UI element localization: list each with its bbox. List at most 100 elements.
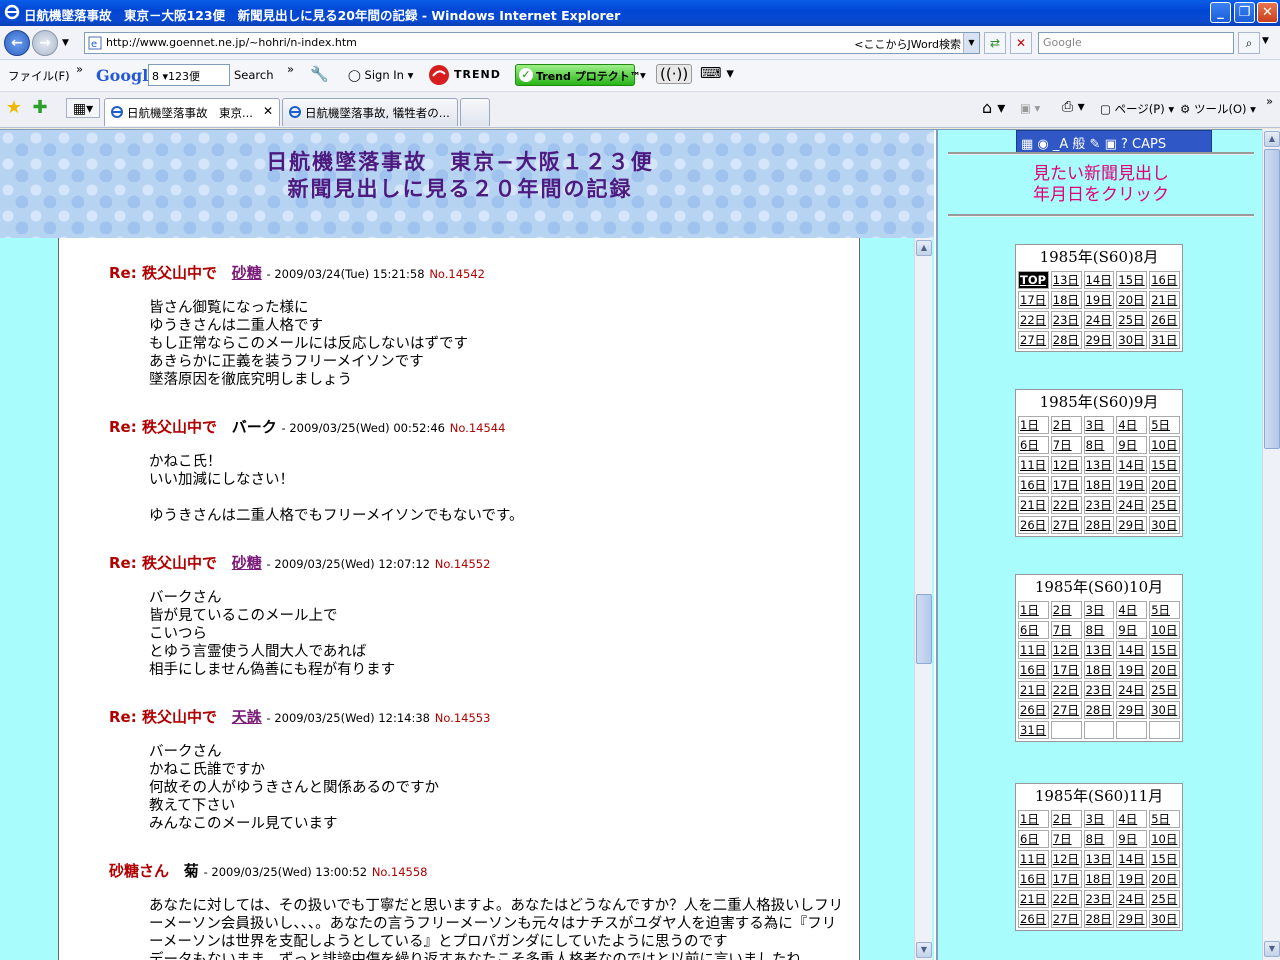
recent-pages-dropdown[interactable]: ▼ xyxy=(62,38,69,48)
calendar-day-link[interactable]: 30日 xyxy=(1149,910,1180,928)
tab-active[interactable]: 日航機墜落事故 東京... ✕ xyxy=(104,98,280,126)
home-icon[interactable]: ⌂ ▾ xyxy=(982,98,1005,117)
calendar-day-link[interactable]: 5日 xyxy=(1149,810,1180,828)
new-tab-button[interactable] xyxy=(460,98,490,126)
calendar-day-link[interactable]: 20日 xyxy=(1116,291,1148,309)
calendar-day-link[interactable]: 13日 xyxy=(1083,850,1115,868)
calendar-day-link[interactable]: 27日 xyxy=(1050,910,1082,928)
calendar-day-link[interactable]: 3日 xyxy=(1083,601,1115,619)
calendar-day-link[interactable]: 19日 xyxy=(1116,661,1148,679)
calendar-day-link[interactable]: 20日 xyxy=(1149,870,1180,888)
command-more-chevron[interactable]: » xyxy=(1266,94,1273,108)
calendar-day-link[interactable]: 25日 xyxy=(1149,890,1180,908)
post-author-link[interactable]: 天誅 xyxy=(232,708,262,726)
calendar-day-link[interactable]: 11日 xyxy=(1018,641,1049,659)
calendar-day-link[interactable]: 15日 xyxy=(1149,641,1180,659)
calendar-day-link[interactable]: 30日 xyxy=(1149,701,1180,719)
calendar-day-link[interactable]: 1日 xyxy=(1018,601,1049,619)
calendar-day-link[interactable]: 18日 xyxy=(1083,870,1115,888)
url-text[interactable]: http://www.goennet.ne.jp/~hohri/n-index.… xyxy=(106,36,357,49)
calendar-day-link[interactable]: 12日 xyxy=(1050,850,1082,868)
calendar-day-link[interactable]: 19日 xyxy=(1116,476,1148,494)
calendar-day-link[interactable]: 17日 xyxy=(1050,476,1082,494)
calendar-day-link[interactable]: 23日 xyxy=(1083,496,1115,514)
calendar-day-link[interactable]: 16日 xyxy=(1018,661,1049,679)
calendar-day-link[interactable]: 4日 xyxy=(1116,810,1148,828)
minimize-button[interactable]: _ xyxy=(1210,2,1231,23)
calendar-day-link[interactable]: 2日 xyxy=(1050,601,1082,619)
calendar-day-link[interactable]: 2日 xyxy=(1050,416,1082,434)
calendar-day-link[interactable]: 19日 xyxy=(1083,291,1115,309)
calendar-day-link[interactable]: 16日 xyxy=(1149,271,1180,289)
calendar-day-link[interactable]: 25日 xyxy=(1116,311,1148,329)
calendar-day-link[interactable]: 14日 xyxy=(1116,456,1148,474)
address-dropdown[interactable]: ▼ xyxy=(963,33,979,53)
trend-protect-button[interactable]: ✓ Trend プロテクト™ xyxy=(515,64,641,86)
calendar-day-link[interactable]: 14日 xyxy=(1116,641,1148,659)
sign-in-button[interactable]: ◯ Sign In ▾ xyxy=(348,68,413,82)
calendar-day-link[interactable]: 8日 xyxy=(1083,436,1115,454)
maximize-button[interactable]: ❐ xyxy=(1234,2,1255,23)
calendar-day-link[interactable]: 9日 xyxy=(1116,436,1148,454)
calendar-day-link[interactable]: 24日 xyxy=(1116,890,1148,908)
calendar-day-link[interactable]: 24日 xyxy=(1116,496,1148,514)
calendar-day-link[interactable]: 27日 xyxy=(1050,516,1082,534)
calendar-day-link[interactable]: 24日 xyxy=(1116,681,1148,699)
calendar-day-link[interactable]: 17日 xyxy=(1050,870,1082,888)
calendar-day-link[interactable]: 7日 xyxy=(1050,830,1082,848)
calendar-day-link[interactable]: 17日 xyxy=(1050,661,1082,679)
calendar-day-link[interactable]: 5日 xyxy=(1149,601,1180,619)
back-button[interactable]: ← xyxy=(4,30,30,56)
address-field[interactable]: e http://www.goennet.ne.jp/~hohri/n-inde… xyxy=(84,32,980,54)
calendar-day-link[interactable]: 20日 xyxy=(1149,661,1180,679)
forward-button[interactable]: → xyxy=(32,30,58,56)
calendar-day-link[interactable]: 9日 xyxy=(1116,621,1148,639)
calendar-day-link[interactable]: 11日 xyxy=(1018,456,1049,474)
calendar-day-link[interactable]: 15日 xyxy=(1116,271,1148,289)
calendar-day-link[interactable]: 2日 xyxy=(1050,810,1082,828)
calendar-day-link[interactable]: 18日 xyxy=(1083,476,1115,494)
wrench-icon[interactable]: 🔧 xyxy=(310,65,329,83)
calendar-day-link[interactable]: 26日 xyxy=(1018,910,1049,928)
calendar-day-link[interactable]: 30日 xyxy=(1116,331,1148,349)
main-frame-scrollbar[interactable]: ▲ ▼ xyxy=(914,238,932,960)
calendar-day-link[interactable]: 23日 xyxy=(1083,681,1115,699)
calendar-day-link[interactable]: 29日 xyxy=(1116,910,1148,928)
calendar-day-link[interactable]: 4日 xyxy=(1116,601,1148,619)
calendar-day-link[interactable]: 12日 xyxy=(1050,456,1082,474)
close-window-button[interactable]: ✕ xyxy=(1257,2,1278,23)
tools-menu[interactable]: ⚙ ツール(O) ▾ xyxy=(1180,101,1256,117)
calendar-day-link[interactable]: 23日 xyxy=(1050,311,1082,329)
scroll-up-arrow-icon[interactable]: ▲ xyxy=(916,240,932,256)
calendar-day-link[interactable]: 14日 xyxy=(1116,850,1148,868)
calendar-day-link[interactable]: 15日 xyxy=(1149,850,1180,868)
calendar-day-link[interactable]: 24日 xyxy=(1083,311,1115,329)
calendar-day-link[interactable]: 28日 xyxy=(1083,910,1115,928)
calendar-day-link[interactable]: 18日 xyxy=(1050,291,1082,309)
calendar-day-link[interactable]: 23日 xyxy=(1083,890,1115,908)
trend-dropdown[interactable]: ▾ xyxy=(640,68,646,82)
calendar-day-link[interactable]: 14日 xyxy=(1083,271,1115,289)
calendar-day-link[interactable]: 29日 xyxy=(1083,331,1115,349)
search-icon[interactable]: ⌕ xyxy=(1238,32,1260,54)
calendar-day-link[interactable]: 22日 xyxy=(1050,496,1082,514)
keyboard-icon[interactable]: ⌨ ▾ xyxy=(700,64,734,82)
calendar-day-link[interactable]: 26日 xyxy=(1149,311,1180,329)
calendar-day-link[interactable]: 16日 xyxy=(1018,476,1049,494)
calendar-day-link[interactable]: 30日 xyxy=(1149,516,1180,534)
calendar-day-link[interactable]: 13日 xyxy=(1083,456,1115,474)
calendar-day-link[interactable]: 15日 xyxy=(1149,456,1180,474)
quick-tabs-icon[interactable]: ▦▾ xyxy=(66,98,100,118)
calendar-day-link[interactable]: 10日 xyxy=(1149,436,1180,454)
calendar-day-link[interactable]: 25日 xyxy=(1149,496,1180,514)
calendar-day-link[interactable]: 3日 xyxy=(1083,810,1115,828)
calendar-day-link[interactable]: 10日 xyxy=(1149,830,1180,848)
calendar-day-link[interactable]: 21日 xyxy=(1018,890,1049,908)
calendar-day-link[interactable]: 28日 xyxy=(1083,701,1115,719)
calendar-day-link[interactable]: 21日 xyxy=(1018,496,1049,514)
scroll-up-arrow-icon[interactable]: ▲ xyxy=(1264,131,1280,147)
calendar-day-link[interactable]: 20日 xyxy=(1149,476,1180,494)
calendar-day-link[interactable]: 13日 xyxy=(1083,641,1115,659)
calendar-day-link[interactable]: 17日 xyxy=(1018,291,1049,309)
tab-2[interactable]: 日航機墜落事故, 犠牲者の... xyxy=(282,98,458,126)
